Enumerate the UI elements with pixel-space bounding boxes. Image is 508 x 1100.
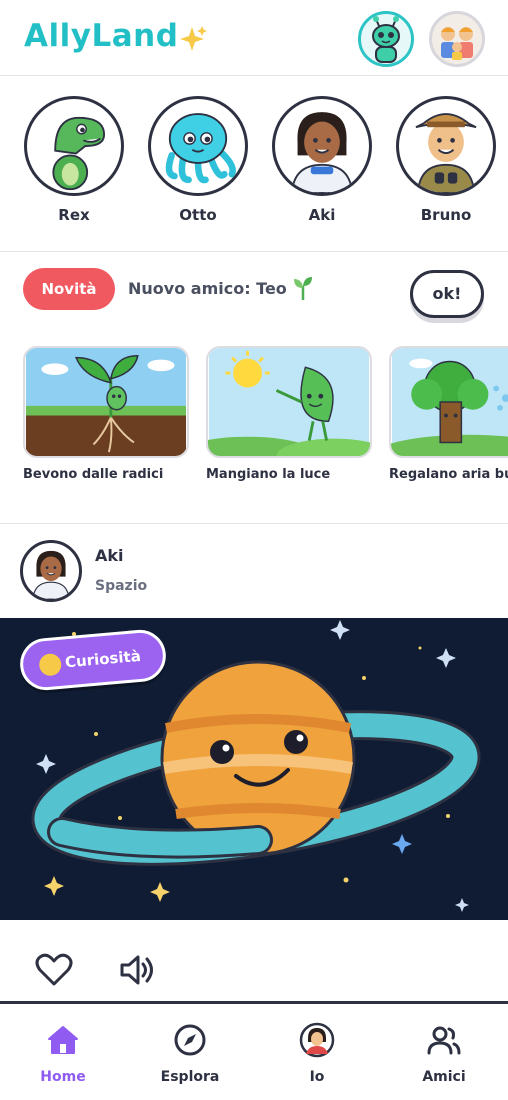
explorer-boy-avatar [396, 96, 496, 196]
nav-home[interactable]: Home [18, 1022, 108, 1085]
nav-label: Esplora [160, 1069, 220, 1085]
news-section: Novità Nuovo amico: Teo ok! Bevono dalle… [0, 252, 508, 524]
post-topic: Spazio [95, 578, 148, 594]
family-avatar-button[interactable] [429, 11, 485, 67]
news-card[interactable]: Mangiano la luce [206, 346, 372, 482]
card-caption: Bevono dalle radici [23, 467, 164, 482]
friend-otto[interactable]: Otto [148, 96, 248, 224]
profile-avatar-icon [299, 1022, 335, 1058]
sparkle-icon [180, 26, 207, 51]
nav-label: Home [40, 1069, 86, 1085]
friend-name: Bruno [420, 206, 472, 224]
nav-io[interactable]: Io [272, 1022, 362, 1085]
family-icon [441, 27, 473, 60]
news-card[interactable]: Bevono dalle radici [23, 346, 189, 482]
bottom-navigation: Home Esplora Io Amici [0, 1004, 508, 1100]
post-author-name[interactable]: Aki [95, 546, 124, 565]
news-text: Nuovo amico: Teo [128, 279, 287, 298]
card-caption: Regalano aria bu [389, 467, 508, 482]
nav-label: Amici [422, 1069, 466, 1085]
new-badge: Novità [23, 268, 115, 310]
friends-icon [427, 1026, 461, 1055]
alien-robot-avatar-button[interactable] [358, 11, 414, 67]
tree-air-illustration [389, 346, 508, 458]
dinosaur-avatar [24, 96, 124, 196]
app-logo[interactable]: AllyLand [24, 18, 178, 54]
friend-rex[interactable]: Rex [24, 96, 124, 224]
nav-label: Io [309, 1069, 325, 1085]
post-header: Aki Spazio [0, 524, 508, 618]
sprout-icon [294, 277, 312, 300]
heart-icon[interactable] [34, 950, 74, 990]
post-actions [0, 920, 508, 1004]
post-author-avatar[interactable] [20, 540, 82, 602]
nav-amici[interactable]: Amici [399, 1022, 489, 1085]
alien-robot-icon [372, 16, 400, 63]
leaf-sun-illustration [206, 346, 372, 458]
news-cards-carousel[interactable]: Bevono dalle radici Mangiano la luce Reg… [0, 346, 508, 496]
friend-aki[interactable]: Aki [272, 96, 372, 224]
speaker-icon[interactable] [117, 950, 157, 990]
friend-name: Otto [179, 206, 217, 224]
thinking-face-icon [38, 652, 63, 677]
friend-name: Aki [308, 206, 336, 224]
news-card[interactable]: Regalano aria bu [389, 346, 508, 482]
home-icon [48, 1026, 78, 1054]
plant-roots-illustration [23, 346, 189, 458]
octopus-avatar [148, 96, 248, 196]
card-caption: Mangiano la luce [206, 467, 331, 482]
friends-row: Rex Otto Aki Bruno [0, 76, 508, 252]
ok-button[interactable]: ok! [410, 270, 484, 318]
astronaut-girl-avatar [272, 96, 372, 196]
curiosity-label: Curiosità [64, 646, 142, 672]
nav-esplora[interactable]: Esplora [145, 1022, 235, 1085]
friend-name: Rex [58, 206, 90, 224]
app-header: AllyLand [0, 0, 508, 76]
friend-bruno[interactable]: Bruno [396, 96, 496, 224]
compass-icon [174, 1024, 206, 1056]
